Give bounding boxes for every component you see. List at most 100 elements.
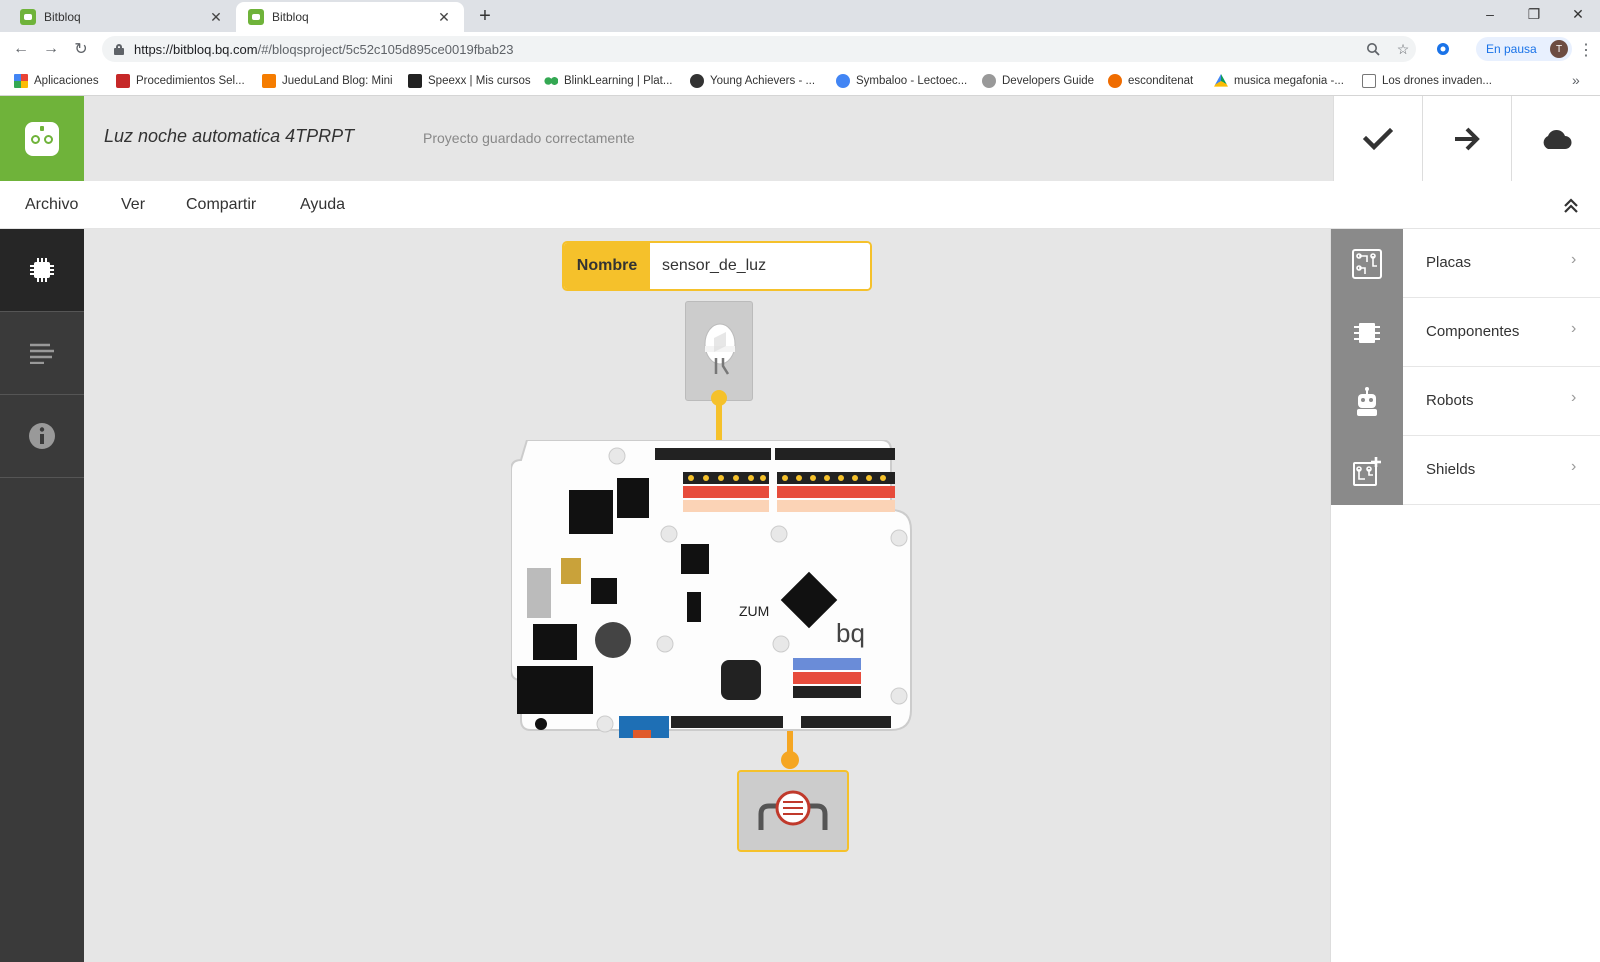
tab-close-icon[interactable]: ✕ xyxy=(436,9,452,26)
bookmarks-bar: Aplicaciones Procedimientos Sel... Juedu… xyxy=(0,66,1600,96)
board-brand: bq xyxy=(836,618,865,648)
cloud-button[interactable] xyxy=(1511,96,1600,181)
zum-board[interactable]: ZUM bq xyxy=(510,439,917,750)
verify-icon xyxy=(1363,127,1393,150)
browser-tab[interactable]: Bitbloq ✕ xyxy=(8,2,236,32)
zum-board-icon: ZUM bq xyxy=(510,439,912,738)
menu-archivo[interactable]: Archivo xyxy=(25,196,78,214)
bookmark-label: Procedimientos Sel... xyxy=(136,75,245,87)
robot-logo-icon xyxy=(25,121,59,156)
bookmark-label: BlinkLearning | Plat... xyxy=(564,75,673,87)
bookmark-label: Los drones invaden... xyxy=(1382,75,1492,87)
category-label: Shields xyxy=(1426,461,1476,478)
blinklearning-icon xyxy=(544,74,558,88)
young-achievers-icon xyxy=(690,74,704,88)
bookmark-item[interactable]: JueduLand Blog: Mini xyxy=(262,73,393,89)
pause-label: En pausa xyxy=(1486,42,1537,56)
browser-menu-icon[interactable]: ⋮ xyxy=(1578,40,1594,60)
bookmark-item[interactable]: Symbaloo - Lectoec... xyxy=(836,73,967,89)
ldr-icon xyxy=(758,790,828,830)
right-sidebar: Placas › Componentes › Robots › Shields … xyxy=(1330,229,1600,962)
url-path: /#/bloqsproject/5c52c105d895ce0019fbab23 xyxy=(257,41,514,57)
extension-icon[interactable] xyxy=(1434,40,1452,58)
bookmark-label: Symbaloo - Lectoec... xyxy=(856,75,968,87)
bookmark-apps[interactable]: Aplicaciones xyxy=(14,73,99,89)
category-shields[interactable]: Shields › xyxy=(1331,436,1600,505)
category-componentes[interactable]: Componentes › xyxy=(1331,298,1600,367)
menu-ayuda[interactable]: Ayuda xyxy=(300,196,345,214)
board-icon xyxy=(1331,229,1403,298)
chip-icon xyxy=(1331,298,1403,367)
code-lines-icon xyxy=(30,343,54,364)
symbaloo-icon xyxy=(836,74,850,88)
menu-compartir[interactable]: Compartir xyxy=(186,196,256,214)
category-placas[interactable]: Placas › xyxy=(1331,229,1600,298)
speexx-icon xyxy=(408,74,422,88)
bookmark-item[interactable]: Young Achievers - ... xyxy=(690,73,815,89)
window-close-button[interactable]: ✕ xyxy=(1556,0,1600,28)
cloud-icon xyxy=(1543,129,1572,149)
bitbloq-favicon-icon xyxy=(20,9,36,25)
robot-icon xyxy=(1331,367,1403,436)
bookmark-item[interactable]: Procedimientos Sel... xyxy=(116,73,245,89)
bookmark-label: Young Achievers - ... xyxy=(710,75,816,87)
hardware-workspace[interactable]: Nombre sensor_de_luz ZUM bq xyxy=(84,229,1330,962)
apps-grid-icon xyxy=(14,74,28,88)
bookmark-item[interactable]: Developers Guide xyxy=(982,73,1094,89)
browser-tab-active[interactable]: Bitbloq ✕ xyxy=(236,2,464,32)
star-icon[interactable]: ☆ xyxy=(1394,40,1412,58)
category-robots[interactable]: Robots › xyxy=(1331,367,1600,436)
bookmark-favicon-icon xyxy=(116,74,130,88)
developers-guide-icon xyxy=(982,74,996,88)
lock-icon[interactable] xyxy=(114,43,124,55)
chevron-right-icon: › xyxy=(1571,251,1577,268)
bookmark-label: Aplicaciones xyxy=(34,75,99,87)
bookmarks-overflow-icon[interactable]: » xyxy=(1572,72,1580,88)
document-icon xyxy=(1362,74,1376,88)
minimize-button[interactable]: – xyxy=(1468,0,1512,28)
upload-button[interactable] xyxy=(1422,96,1511,181)
chevron-right-icon: › xyxy=(1571,389,1577,406)
category-label: Placas xyxy=(1426,254,1472,271)
zoom-icon[interactable] xyxy=(1364,40,1382,58)
upload-arrow-icon xyxy=(1455,127,1480,150)
bookmark-item[interactable]: musica megafonia -... xyxy=(1214,73,1344,89)
tab-code[interactable] xyxy=(0,312,84,395)
project-title[interactable]: Luz noche automatica 4TPRPT xyxy=(104,126,354,147)
hardware-chip-icon xyxy=(30,258,54,282)
bitbloq-logo[interactable] xyxy=(0,96,84,181)
blogger-icon xyxy=(262,74,276,88)
bookmark-item[interactable]: BlinkLearning | Plat... xyxy=(544,73,672,89)
ldr-connector-node xyxy=(781,751,799,769)
bookmark-item[interactable]: esconditenat xyxy=(1108,73,1193,89)
new-tab-button[interactable]: + xyxy=(474,5,496,28)
bookmark-item[interactable]: Los drones invaden... xyxy=(1362,73,1492,89)
profile-paused-chip[interactable]: En pausa T xyxy=(1476,37,1572,61)
chevron-right-icon: › xyxy=(1571,458,1577,475)
bookmark-label: Speexx | Mis cursos xyxy=(428,75,531,87)
double-chevron-up-icon xyxy=(1564,198,1578,213)
tab-info[interactable] xyxy=(0,395,84,478)
back-button[interactable]: ← xyxy=(10,38,32,60)
left-sidebar xyxy=(0,229,84,962)
save-status: Proyecto guardado correctamente xyxy=(423,130,635,146)
light-sensor-component[interactable] xyxy=(737,770,849,852)
reload-button[interactable]: ↻ xyxy=(70,38,92,60)
bookmark-item[interactable]: Speexx | Mis cursos xyxy=(408,73,531,89)
bookmark-label: esconditenat xyxy=(1128,75,1194,87)
menu-ver[interactable]: Ver xyxy=(121,196,145,214)
bitbloq-favicon-icon xyxy=(248,9,264,25)
forward-button[interactable]: → xyxy=(40,38,62,60)
tab-close-icon[interactable]: ✕ xyxy=(208,9,224,26)
collapse-header-button[interactable] xyxy=(1560,195,1582,217)
shield-icon xyxy=(1331,436,1403,505)
verify-button[interactable] xyxy=(1333,96,1422,181)
url-bar[interactable]: https://bitbloq.bq.com/#/bloqsproject/5c… xyxy=(102,36,1416,62)
category-label: Robots xyxy=(1426,392,1474,409)
tab-hardware[interactable] xyxy=(0,229,84,312)
restore-button[interactable]: ❐ xyxy=(1512,0,1556,28)
url-host: https://bitbloq.bq.com xyxy=(134,41,258,57)
app-menubar: Archivo Ver Compartir Ayuda xyxy=(0,181,1600,229)
chevron-right-icon: › xyxy=(1571,320,1577,337)
tab-title: Bitbloq xyxy=(272,10,309,24)
